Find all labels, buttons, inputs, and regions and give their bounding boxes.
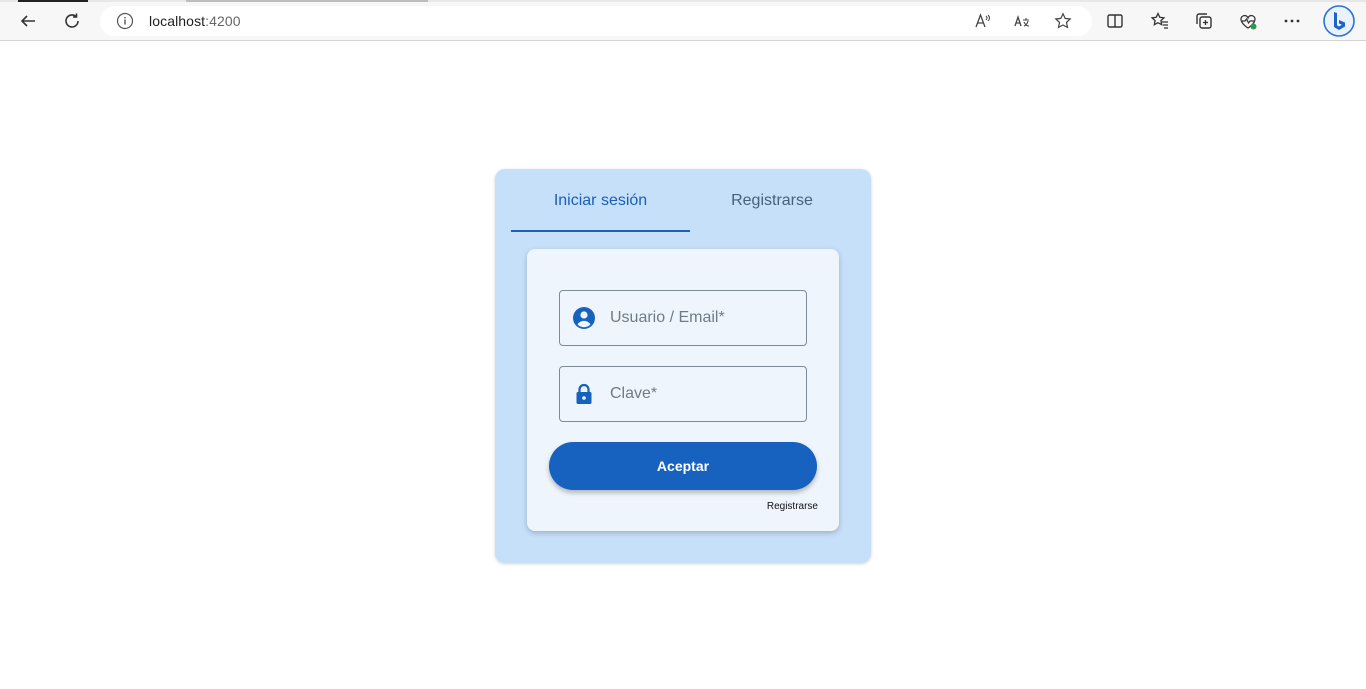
browser-toolbar: localhost:4200 — [0, 0, 1366, 41]
address-bar[interactable]: localhost:4200 — [100, 6, 1092, 36]
login-form-panel: Aceptar Registrarse — [527, 249, 839, 531]
username-input[interactable] — [610, 291, 800, 345]
login-card: Iniciar sesión Registrarse Aceptar Regis… — [495, 169, 871, 563]
translate-icon[interactable] — [1013, 12, 1031, 30]
bing-copilot-icon[interactable] — [1322, 4, 1356, 38]
refresh-icon — [65, 13, 79, 28]
tab-strip — [0, 0, 1366, 2]
url-port: :4200 — [205, 13, 241, 29]
browser-essentials-icon[interactable] — [1238, 11, 1258, 31]
register-link[interactable]: Registrarse — [767, 501, 818, 512]
read-aloud-icon[interactable] — [974, 12, 992, 30]
username-field[interactable] — [559, 290, 807, 346]
back-button[interactable] — [13, 6, 43, 36]
split-screen-icon[interactable] — [1105, 11, 1125, 31]
accept-button[interactable]: Aceptar — [549, 442, 817, 490]
collections-icon[interactable] — [1194, 11, 1214, 31]
favorite-star-icon[interactable] — [1054, 12, 1072, 30]
tab-label: Registrarse — [731, 192, 813, 209]
favorites-icon[interactable] — [1150, 11, 1170, 31]
more-options-icon[interactable] — [1282, 11, 1302, 31]
url-text[interactable]: localhost:4200 — [149, 13, 241, 29]
arrow-left-icon — [20, 15, 35, 27]
active-tab-indicator — [511, 230, 690, 232]
lock-icon — [576, 383, 592, 404]
refresh-button[interactable] — [57, 6, 87, 36]
active-tab-indicator — [18, 0, 88, 2]
tab-label: Iniciar sesión — [553, 192, 648, 209]
info-icon[interactable] — [116, 12, 134, 30]
account-circle-icon — [573, 307, 595, 329]
password-field[interactable] — [559, 366, 807, 422]
password-input[interactable] — [610, 367, 800, 421]
tab-iniciar-sesion[interactable]: Iniciar sesión — [511, 169, 690, 233]
url-host: localhost — [149, 13, 206, 29]
tab-registrarse[interactable]: Registrarse — [690, 169, 854, 233]
other-tab-indicator[interactable] — [186, 0, 428, 2]
